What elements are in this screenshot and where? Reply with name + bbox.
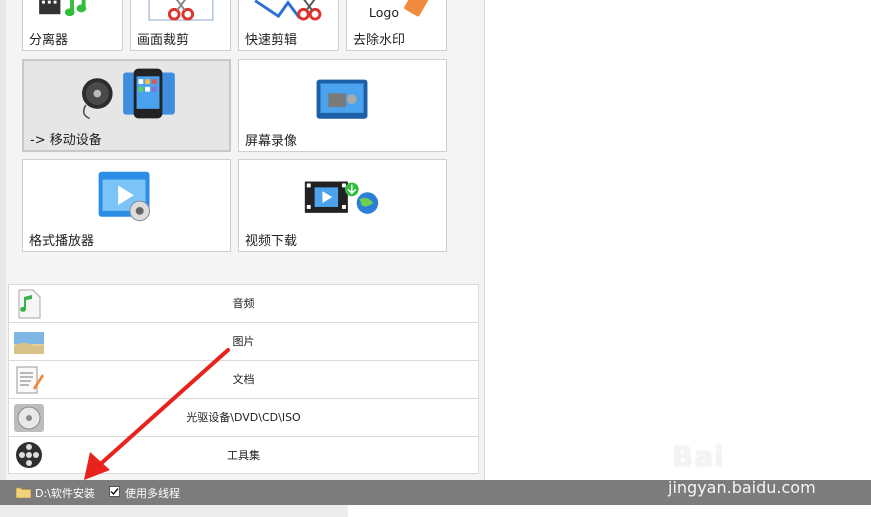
tool-mobile-device-label: -> 移动设备 (30, 133, 102, 148)
baidu-watermark: Bai 经验 jingyan.baidu.com (660, 440, 850, 502)
tool-screen-record[interactable]: 屏幕录像 (238, 59, 447, 152)
tool-video-download[interactable]: 视频下载 (238, 159, 447, 252)
tool-mobile-device[interactable]: -> 移动设备 (22, 59, 231, 152)
tool-panel: 分离器 画面裁剪 快速剪辑 Logo 去除水印 -> 移动设备 屏幕录像 格式播… (0, 0, 485, 480)
tool-screen-record-label: 屏幕录像 (245, 134, 298, 149)
category-list: 音频 图片 文档 光驱设备\DVD\CD\ISO 工具集 (8, 284, 479, 474)
multithread-checkbox[interactable] (109, 486, 120, 497)
multithread-label[interactable]: 使用多线程 (125, 485, 180, 501)
panel-edge (0, 0, 6, 480)
tool-format-player-label: 格式播放器 (29, 234, 95, 249)
category-document[interactable]: 文档 (8, 360, 479, 398)
logo-text: Logo (369, 5, 399, 20)
category-picture[interactable]: 图片 (8, 322, 479, 360)
watermark-logo: Bai (672, 440, 725, 473)
tool-fast-cut[interactable]: 快速剪辑 (238, 0, 339, 51)
tool-crop[interactable]: 画面裁剪 (130, 0, 231, 51)
category-optical-device[interactable]: 光驱设备\DVD\CD\ISO (8, 398, 479, 436)
category-optical-device-label: 光驱设备\DVD\CD\ISO (186, 411, 301, 424)
tool-crop-label: 画面裁剪 (137, 33, 190, 48)
category-audio-label: 音频 (232, 297, 255, 310)
watermark-brand: 经验 (770, 454, 815, 479)
tool-video-download-label: 视频下载 (245, 234, 298, 249)
folder-icon[interactable] (16, 486, 31, 498)
category-document-label: 文档 (232, 373, 255, 386)
watermark-url: jingyan.baidu.com (668, 478, 816, 497)
category-audio[interactable]: 音频 (8, 284, 479, 322)
checkmark-icon (110, 488, 119, 496)
tool-remove-logo-label: 去除水印 (353, 33, 406, 48)
tool-fast-cut-label: 快速剪辑 (245, 33, 298, 48)
bottom-strip (0, 505, 871, 517)
tool-remove-logo[interactable]: Logo 去除水印 (346, 0, 447, 51)
tool-splitter-label: 分离器 (29, 33, 69, 48)
category-toolset[interactable]: 工具集 (8, 436, 479, 474)
tool-splitter[interactable]: 分离器 (22, 0, 123, 51)
tool-format-player[interactable]: 格式播放器 (22, 159, 231, 252)
category-picture-label: 图片 (232, 335, 255, 348)
category-toolset-label: 工具集 (227, 449, 260, 462)
output-path[interactable]: D:\软件安装 (35, 485, 95, 501)
